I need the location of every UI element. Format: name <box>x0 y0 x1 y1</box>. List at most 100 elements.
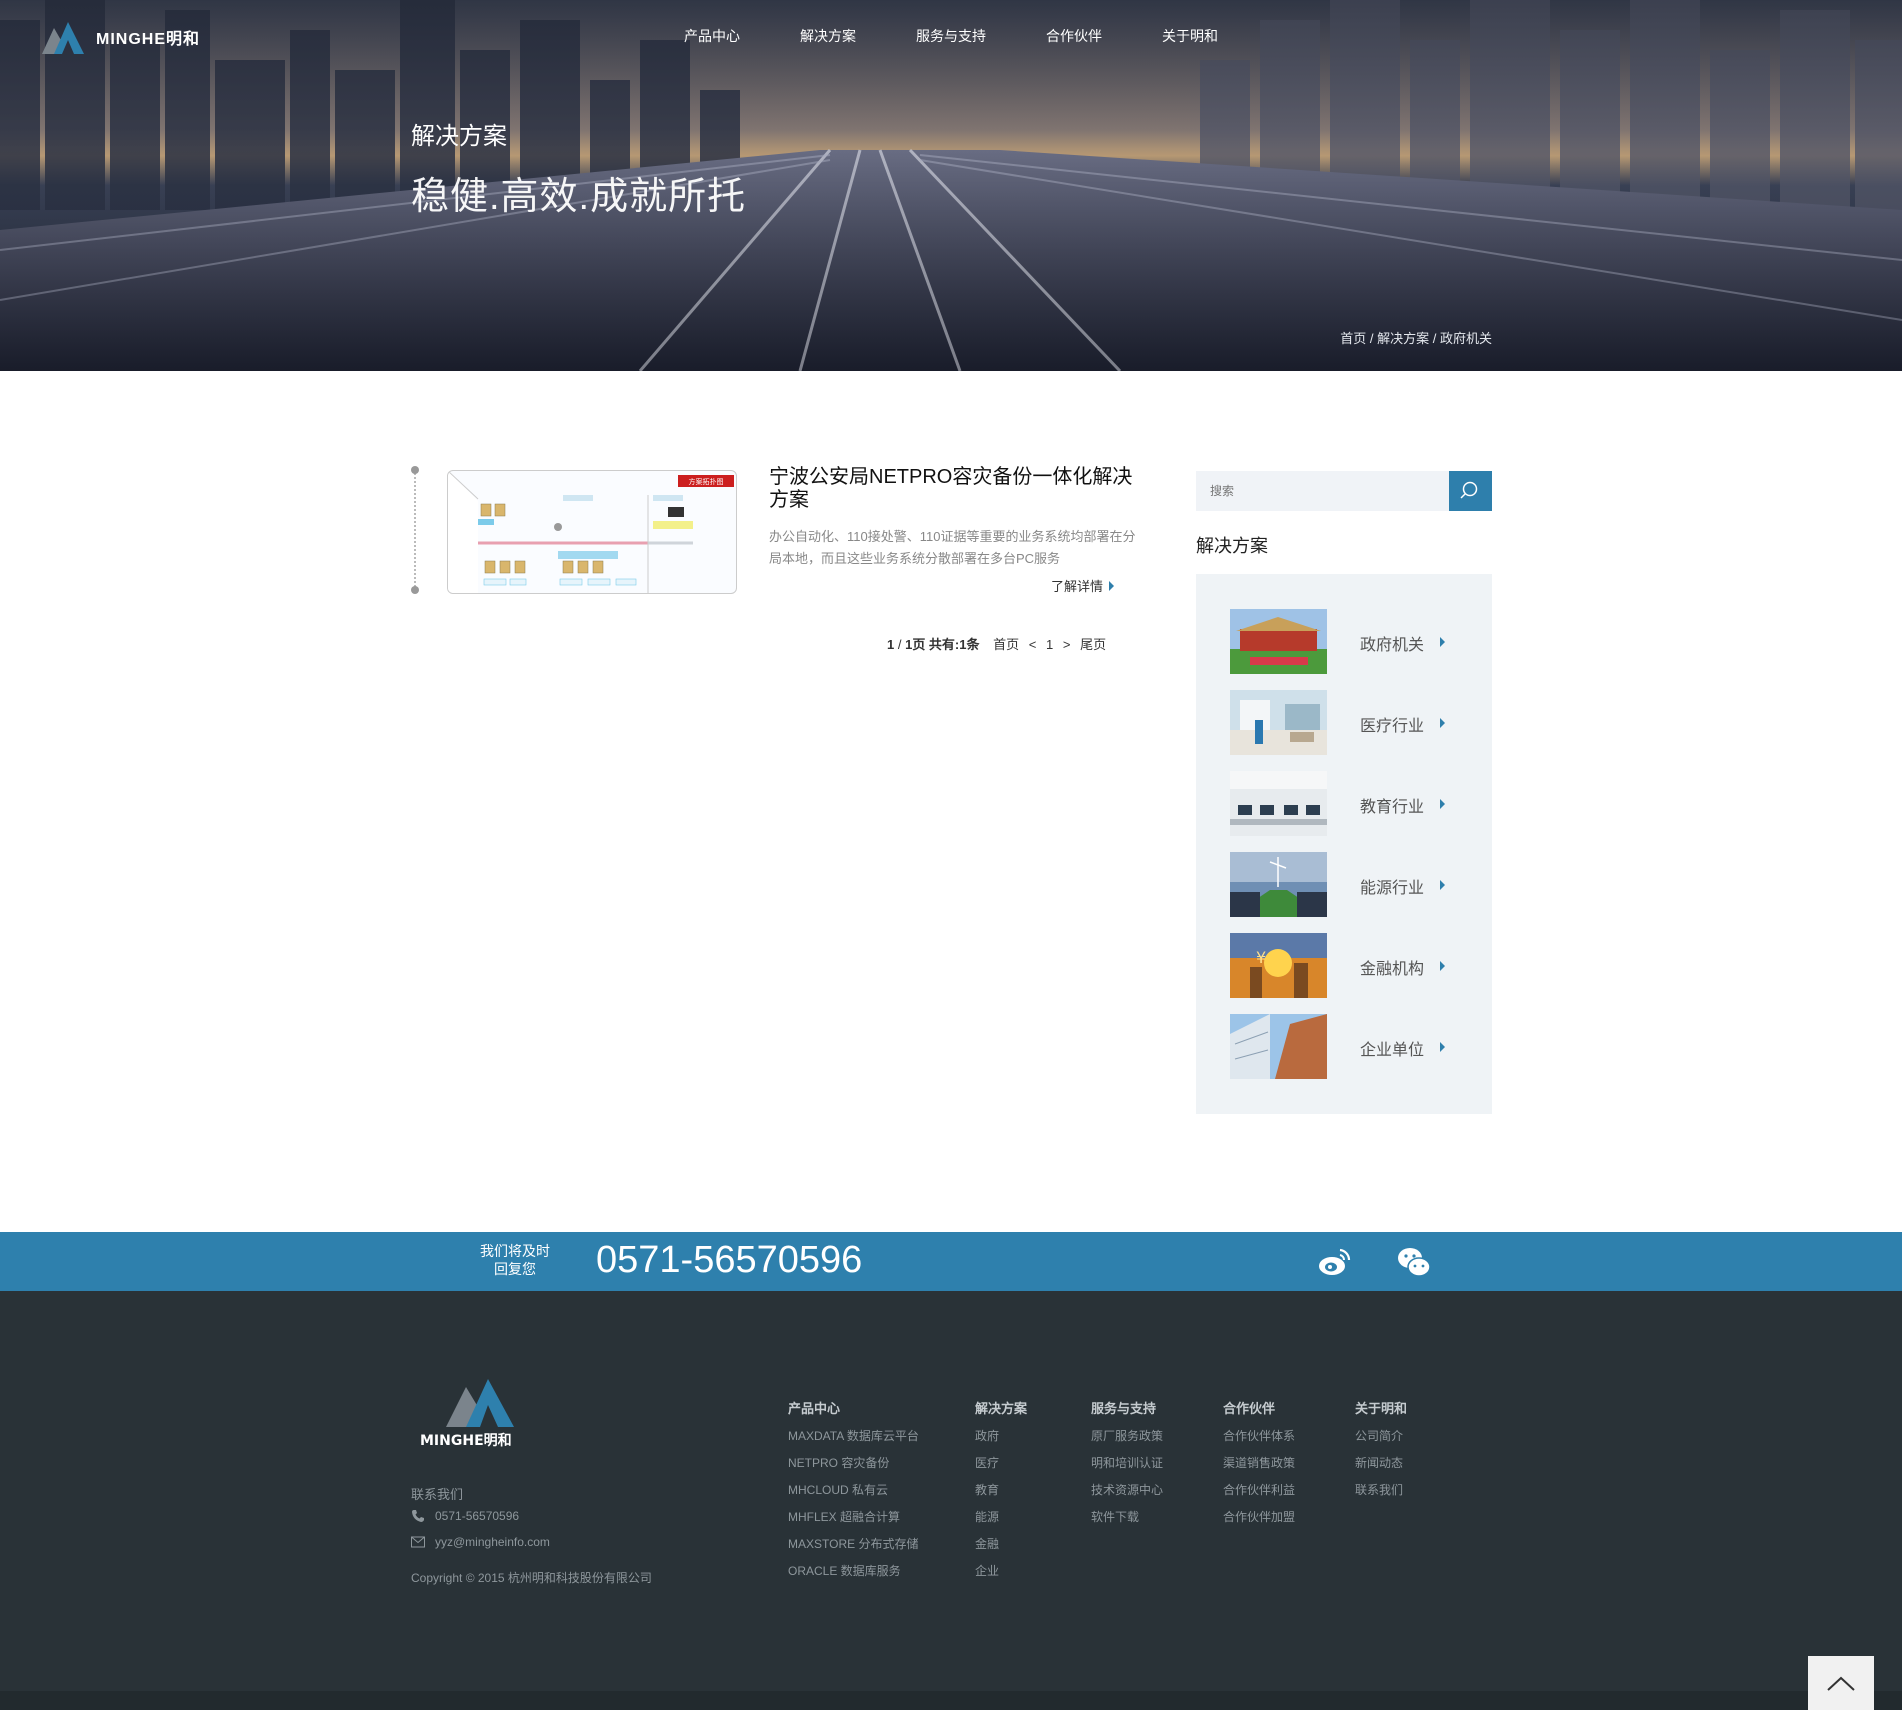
timeline-dot <box>411 466 419 474</box>
energy-image <box>1230 852 1327 917</box>
footer-link[interactable]: 合作伙伴利益 <box>1223 1483 1295 1510</box>
hero-banner: MINGHE明和 产品中心 解决方案 服务与支持 合作伙伴 关于明和 解决方案 … <box>0 0 1902 371</box>
pager-first[interactable]: 首页 <box>993 637 1019 652</box>
footer-link[interactable]: MHCLOUD 私有云 <box>788 1483 919 1510</box>
breadcrumb-home[interactable]: 首页 <box>1340 331 1366 346</box>
footer-col-title[interactable]: 关于明和 <box>1355 1398 1407 1417</box>
footer-logo[interactable]: MINGHE明和 <box>418 1369 558 1449</box>
footer-link[interactable]: 能源 <box>975 1510 1027 1537</box>
search-button[interactable] <box>1449 471 1492 511</box>
government-image <box>1230 609 1327 674</box>
sidebar-item-enterprise[interactable]: 企业单位 <box>1230 1014 1470 1080</box>
footer-col-service: 服务与支持 原厂服务政策 明和培训认证 技术资源中心 软件下载 <box>1091 1398 1163 1537</box>
sidebar-item-label: 金融机构 <box>1360 961 1425 978</box>
nav-item-service[interactable]: 服务与支持 <box>916 26 986 46</box>
breadcrumb-current[interactable]: 政府机关 <box>1440 331 1492 346</box>
footer-link[interactable]: 渠道销售政策 <box>1223 1456 1295 1483</box>
footer-col-title[interactable]: 服务与支持 <box>1091 1398 1163 1417</box>
caret-right-icon <box>1440 961 1445 971</box>
back-to-top-button[interactable] <box>1808 1656 1874 1710</box>
hero-overlay <box>0 0 1902 371</box>
footer-link[interactable]: ORACLE 数据库服务 <box>788 1564 919 1591</box>
footer-link[interactable]: MAXDATA 数据库云平台 <box>788 1429 919 1456</box>
footer-link[interactable]: 合作伙伴体系 <box>1223 1429 1295 1456</box>
footer-link[interactable]: 技术资源中心 <box>1091 1483 1163 1510</box>
footer-link[interactable]: 合作伙伴加盟 <box>1223 1510 1295 1537</box>
breadcrumb-section[interactable]: 解决方案 <box>1377 331 1429 346</box>
timeline-dot <box>411 586 419 594</box>
sidebar-item-label: 企业单位 <box>1360 1042 1425 1059</box>
search-input[interactable] <box>1196 471 1449 511</box>
pager-slash: / <box>894 637 906 652</box>
footer-link[interactable]: 医疗 <box>975 1456 1027 1483</box>
education-image <box>1230 771 1327 836</box>
footer-link[interactable]: 明和培训认证 <box>1091 1456 1163 1483</box>
logo-text: MINGHE明和 <box>96 31 201 48</box>
weibo-button[interactable] <box>1316 1244 1352 1280</box>
nav-item-solutions[interactable]: 解决方案 <box>800 26 856 46</box>
finance-image: ¥ <box>1230 933 1327 998</box>
topology-diagram-image: 方案拓扑图 <box>448 471 734 593</box>
hotline-number: 0571-56570596 <box>596 1239 863 1281</box>
footer-phone-text: 0571-56570596 <box>435 1509 520 1523</box>
sidebar-item-finance[interactable]: ¥ 金融机构 <box>1230 933 1470 999</box>
footer-link[interactable]: MHFLEX 超融合计算 <box>788 1510 919 1537</box>
pager-page-word: 页 共有: <box>912 637 960 652</box>
footer-link[interactable]: NETPRO 容灾备份 <box>788 1456 919 1483</box>
mail-icon <box>411 1536 425 1548</box>
footer-link[interactable]: 联系我们 <box>1355 1483 1407 1510</box>
pager-page-1[interactable]: 1 <box>1046 637 1053 652</box>
solution-thumbnail[interactable]: 方案拓扑图 <box>447 470 737 594</box>
reply-line-2: 回复您 <box>494 1261 536 1277</box>
footer-logo-text: MINGHE明和 <box>420 1433 512 1449</box>
footer-col-title[interactable]: 解决方案 <box>975 1398 1027 1417</box>
footer-link[interactable]: 原厂服务政策 <box>1091 1429 1163 1456</box>
pager-prev[interactable]: < <box>1029 637 1037 652</box>
footer-email-text[interactable]: yyz@mingheinfo.com <box>435 1535 550 1549</box>
footer-link[interactable]: MAXSTORE 分布式存储 <box>788 1537 919 1564</box>
wechat-icon <box>1398 1248 1431 1277</box>
sidebar-item-label: 教育行业 <box>1360 799 1425 816</box>
footer-link[interactable]: 教育 <box>975 1483 1027 1510</box>
footer-col-solutions: 解决方案 政府 医疗 教育 能源 金融 企业 <box>975 1398 1027 1591</box>
pagination: 1 / 1页 共有:1条 首页 < 1 > 尾页 <box>887 634 1112 653</box>
footer-link[interactable]: 新闻动态 <box>1355 1456 1407 1483</box>
nav-item-partners[interactable]: 合作伙伴 <box>1046 26 1102 46</box>
sidebar-item-education[interactable]: 教育行业 <box>1230 771 1470 837</box>
footer-col-products: 产品中心 MAXDATA 数据库云平台 NETPRO 容灾备份 MHCLOUD … <box>788 1398 919 1591</box>
sidebar-category-list: 政府机关 医疗行业 教育行业 能源行业 ¥ 金融机构 企业单位 <box>1196 574 1492 1114</box>
footer-link[interactable]: 公司简介 <box>1355 1429 1407 1456</box>
pager-last[interactable]: 尾页 <box>1080 637 1106 652</box>
footer-link[interactable]: 软件下载 <box>1091 1510 1163 1537</box>
footer-bottom-strip <box>0 1691 1902 1710</box>
solution-list-item: 方案拓扑图 宁波公安局NETPRO容灾备份一体化解决方案 办公自动化、110接处… <box>411 466 1135 596</box>
sidebar-item-label: 医疗行业 <box>1360 718 1425 735</box>
chevron-up-icon <box>1827 1676 1855 1691</box>
read-more-link[interactable]: 了解详情 <box>1051 576 1115 595</box>
sidebar-item-energy[interactable]: 能源行业 <box>1230 852 1470 918</box>
footer-link[interactable]: 政府 <box>975 1429 1027 1456</box>
logo-mark-icon: MINGHE明和 <box>420 1379 514 1449</box>
footer-col-partners: 合作伙伴 合作伙伴体系 渠道销售政策 合作伙伴利益 合作伙伴加盟 <box>1223 1398 1295 1537</box>
sidebar-item-medical[interactable]: 医疗行业 <box>1230 690 1470 756</box>
footer-col-title[interactable]: 合作伙伴 <box>1223 1398 1295 1417</box>
caret-right-icon <box>1440 880 1445 890</box>
caret-right-icon <box>1440 718 1445 728</box>
pager-next[interactable]: > <box>1063 637 1071 652</box>
footer-email: yyz@mingheinfo.com <box>411 1535 550 1549</box>
footer-col-title[interactable]: 产品中心 <box>788 1398 919 1417</box>
copyright: Copyright © 2015 杭州明和科技股份有限公司 <box>411 1571 652 1585</box>
svg-text:¥: ¥ <box>1256 948 1266 967</box>
footer-link[interactable]: 企业 <box>975 1564 1027 1591</box>
site-footer: MINGHE明和 联系我们 0571-56570596 yyz@minghein… <box>0 1291 1902 1691</box>
nav-item-about[interactable]: 关于明和 <box>1162 26 1218 46</box>
search-form <box>1196 471 1492 511</box>
solution-title-link[interactable]: 宁波公安局NETPRO容灾备份一体化解决方案 <box>769 466 1139 512</box>
site-logo[interactable]: MINGHE明和 <box>40 16 240 58</box>
footer-link[interactable]: 金融 <box>975 1537 1027 1564</box>
nav-item-products[interactable]: 产品中心 <box>684 26 740 46</box>
medical-image <box>1230 690 1327 755</box>
reply-line-1: 我们将及时 <box>480 1243 550 1259</box>
sidebar-item-government[interactable]: 政府机关 <box>1230 609 1470 675</box>
wechat-button[interactable] <box>1396 1244 1432 1280</box>
